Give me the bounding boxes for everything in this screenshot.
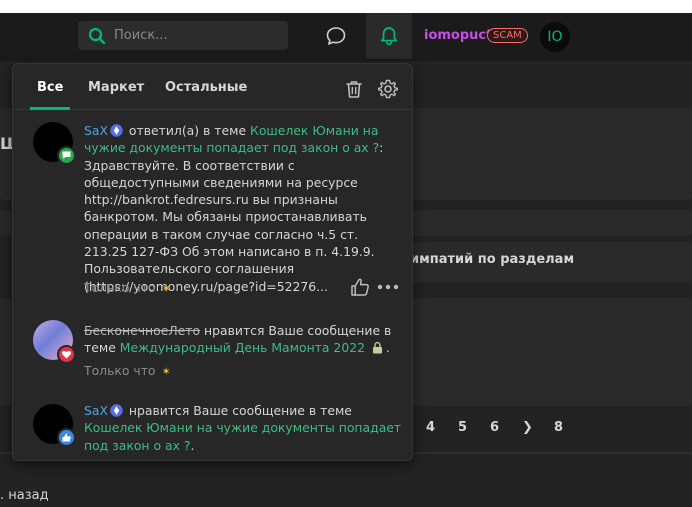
tab-all[interactable]: Все [37, 80, 63, 95]
notification-item[interactable]: БесконечноеЛето нравится Ваше сообщение … [13, 320, 412, 382]
notifications-button[interactable] [366, 13, 412, 59]
notification-user[interactable]: SaX [84, 123, 108, 138]
scam-badge: SCAM [487, 28, 528, 43]
more-options-icon[interactable] [377, 284, 399, 290]
next-page-icon[interactable]: ❯ [522, 420, 533, 435]
gear-icon[interactable] [377, 78, 399, 100]
page-link-6[interactable]: 6 [490, 420, 499, 435]
punctuation: . [385, 340, 390, 356]
post-time: . назад [0, 488, 49, 503]
page-link-8[interactable]: 8 [554, 420, 563, 435]
notification-body: Здравствуйте. В соответствии с общедосту… [84, 157, 375, 294]
punctuation: . [190, 437, 195, 453]
tab-market[interactable]: Маркет [88, 80, 144, 95]
notification-time: Только что ✶ [84, 280, 171, 295]
chat-bubble-icon [326, 27, 346, 45]
verified-icon [110, 404, 123, 417]
search-input[interactable]: Поиск... [114, 28, 168, 43]
notifications-popup: Все Маркет Остальные SaX ответил(а) в те… [12, 63, 413, 461]
browser-top-strip [0, 0, 692, 13]
notification-action: ответил(а) в теме [128, 123, 247, 138]
thumbs-up-icon[interactable] [349, 276, 371, 298]
punctuation: : [379, 140, 384, 156]
tab-other[interactable]: Остальные [165, 80, 247, 95]
notification-item[interactable]: SaX нравится Ваше сообщение в теме Кошел… [13, 402, 412, 460]
lock-icon [372, 342, 382, 354]
conversations-button[interactable] [313, 17, 359, 55]
verified-icon [110, 124, 123, 137]
notification-user[interactable]: БесконечноеЛето [84, 323, 200, 338]
heart-icon [57, 345, 76, 364]
notification-text: SaX нравится Ваше сообщение в теме Кошел… [84, 402, 402, 454]
notification-time: Только что ✶ [84, 363, 171, 378]
trash-icon[interactable] [343, 78, 365, 100]
page-link-4[interactable]: 4 [426, 420, 435, 435]
thread-link[interactable]: Международный День Мамонта 2022 [120, 340, 365, 355]
username-link[interactable]: iomopuct [424, 28, 492, 43]
new-star-icon: ✶ [161, 282, 171, 295]
sympathy-heading: импатий по разделам [410, 252, 575, 267]
thumbs-up-icon [57, 428, 76, 447]
notification-user[interactable]: SaX [84, 403, 108, 418]
active-tab-indicator [30, 107, 70, 110]
notification-text: SaX ответил(а) в теме Кошелек Юмани на ч… [84, 122, 402, 295]
new-star-icon: ✶ [161, 365, 171, 378]
notification-tabs: Все Маркет Остальные [13, 64, 412, 110]
search-icon [88, 27, 106, 44]
notification-item[interactable]: SaX ответил(а) в теме Кошелек Юмани на ч… [13, 122, 412, 302]
search-box[interactable]: Поиск... [78, 21, 288, 50]
user-avatar[interactable]: IO [540, 22, 570, 52]
bell-icon [380, 27, 398, 46]
thread-link[interactable]: Кошелек Юмани на чужие документы попадае… [84, 420, 401, 452]
notification-text: БесконечноеЛето нравится Ваше сообщение … [84, 322, 402, 357]
notification-action: нравится Ваше сообщение в теме [128, 403, 352, 418]
message-icon [57, 146, 76, 165]
page-link-5[interactable]: 5 [458, 420, 467, 435]
